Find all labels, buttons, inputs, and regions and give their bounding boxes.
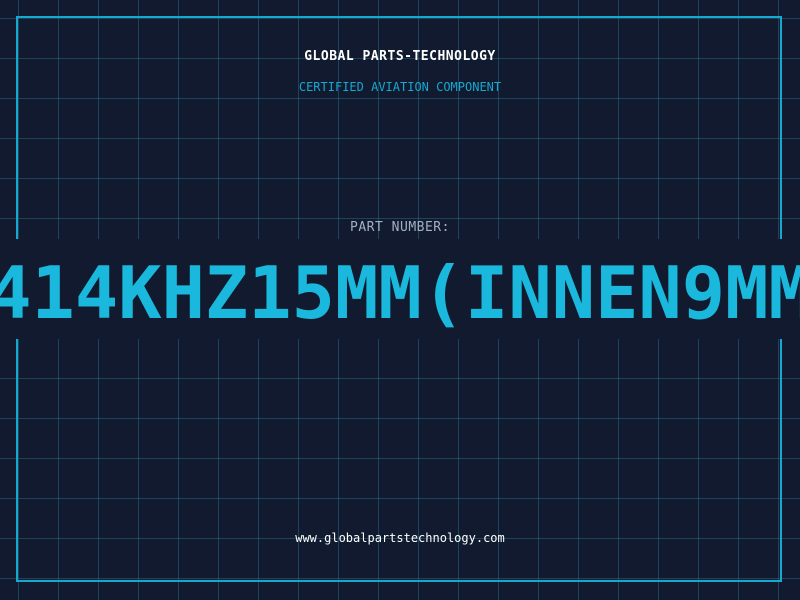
part-number-band: 414KHZ15MM(INNEN9MM [0,239,800,339]
part-number-label: PART NUMBER: [350,220,450,235]
website-url: www.globalpartstechnology.com [295,531,505,545]
company-name: GLOBAL PARTS-TECHNOLOGY [304,49,496,64]
certification-subtitle: CERTIFIED AVIATION COMPONENT [298,80,502,94]
part-number-value: 414KHZ15MM(INNEN9MM [0,251,800,335]
